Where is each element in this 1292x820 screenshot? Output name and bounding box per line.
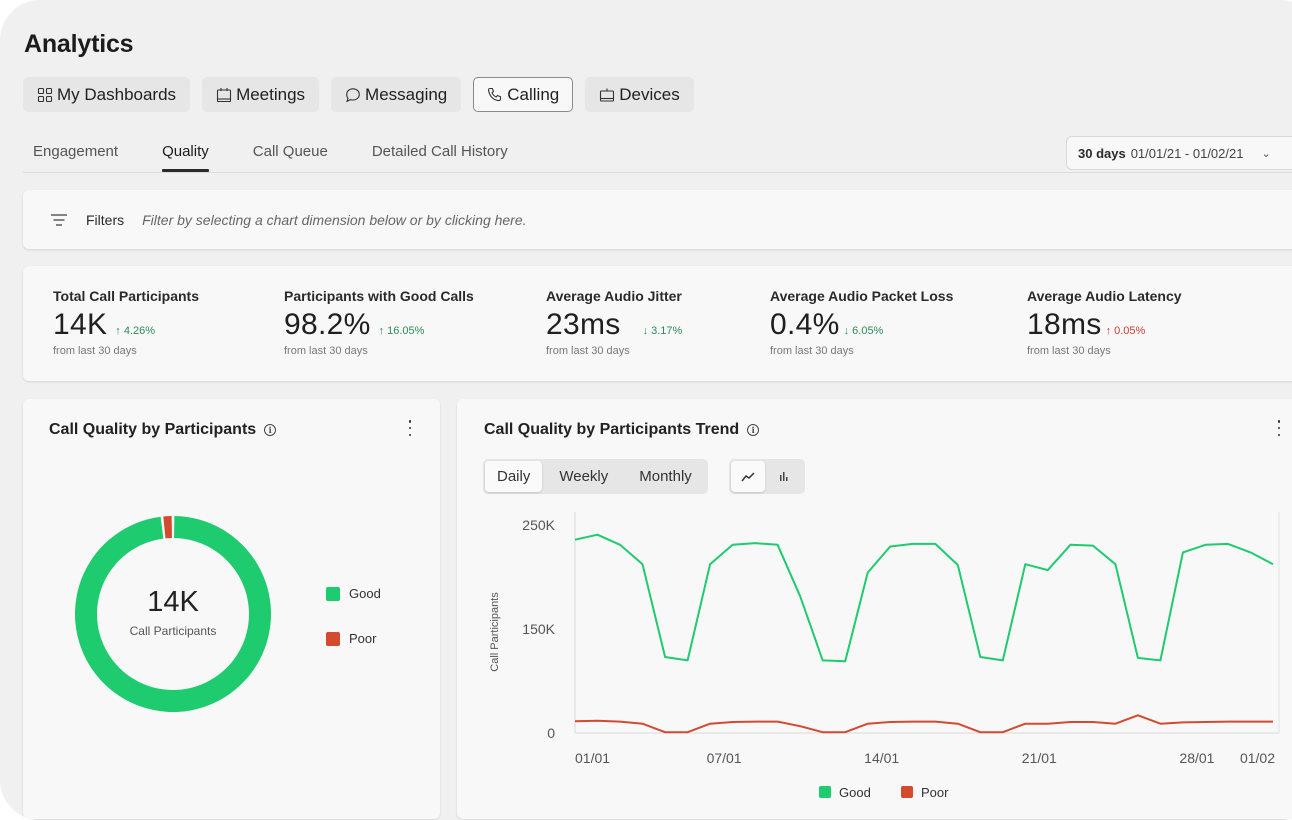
filters-label: Filters xyxy=(86,212,124,228)
legend-label: Good xyxy=(349,586,381,601)
more-options-icon[interactable] xyxy=(405,418,415,438)
legend-item-poor[interactable]: Poor xyxy=(326,631,376,646)
chevron-down-icon: ⌄ xyxy=(1261,147,1270,160)
x-tick-label: 28/01 xyxy=(1179,750,1214,766)
kpi-label: Average Audio Jitter xyxy=(546,288,682,304)
kpi-delta: ↓ 6.05% xyxy=(844,325,884,337)
legend-swatch-poor[interactable] xyxy=(901,786,913,798)
calendar-icon xyxy=(216,87,232,103)
top-nav: My Dashboards Meetings Messaging Calling… xyxy=(23,77,694,112)
kpi-audio-jitter[interactable]: Average Audio Jitter 23ms ↓ 3.17% from la… xyxy=(546,288,682,357)
kpi-delta: ↑ 4.26% xyxy=(115,325,155,337)
kpi-label: Participants with Good Calls xyxy=(284,288,474,304)
call-quality-trend-card: Call Quality by Participants Trend i Dai… xyxy=(457,399,1292,819)
nav-tab-label: Devices xyxy=(619,85,679,105)
app-window: Analytics My Dashboards Meetings Messagi… xyxy=(0,0,1292,820)
kpi-label: Average Audio Latency xyxy=(1027,288,1182,304)
donut-chart: 14K Call Participants xyxy=(53,494,293,734)
y-axis-label: Call Participants xyxy=(489,592,501,672)
subtab-call-queue[interactable]: Call Queue xyxy=(253,143,328,171)
subtab-engagement[interactable]: Engagement xyxy=(33,143,118,171)
call-quality-donut-card: Call Quality by Participants i 14K Call … xyxy=(23,399,440,819)
kpi-delta: ↓ 3.17% xyxy=(643,325,683,337)
trend-line-chart: 0 150K 250K Call Participants 01/01 07/01 14… xyxy=(457,399,1292,799)
nav-tab-messaging[interactable]: Messaging xyxy=(331,77,461,112)
kpi-subtext: from last 30 days xyxy=(770,345,953,357)
x-tick-label: 21/01 xyxy=(1022,750,1057,766)
date-range-dropdown[interactable]: 30 days 01/01/21 - 01/02/21 ⌄ xyxy=(1066,136,1292,170)
info-icon[interactable]: i xyxy=(264,424,276,436)
grid-icon xyxy=(37,87,53,103)
date-range-period: 30 days xyxy=(1078,146,1126,161)
kpi-summary-card: Total Call Participants 14K ↑ 4.26% from … xyxy=(23,266,1292,381)
kpi-delta: ↑ 0.05% xyxy=(1106,325,1146,337)
nav-tab-label: Meetings xyxy=(236,85,305,105)
donut-center-value: 14K xyxy=(147,586,199,618)
legend-item-good[interactable]: Good xyxy=(326,586,381,601)
subtab-divider xyxy=(23,172,1292,173)
chat-bubble-icon xyxy=(345,87,361,103)
series-line-good[interactable] xyxy=(575,535,1273,662)
filter-bar[interactable]: Filters Filter by selecting a chart dime… xyxy=(23,190,1292,249)
series-line-poor[interactable] xyxy=(575,715,1273,732)
donut-card-title-row: Call Quality by Participants i xyxy=(49,421,276,439)
nav-tab-label: Messaging xyxy=(365,85,447,105)
x-tick-label: 07/01 xyxy=(707,750,742,766)
filters-hint: Filter by selecting a chart dimension be… xyxy=(142,212,526,228)
x-tick-label: 01/01 xyxy=(575,750,610,766)
nav-tab-calling[interactable]: Calling xyxy=(473,77,573,112)
subtab-quality[interactable]: Quality xyxy=(162,143,209,171)
page-title: Analytics xyxy=(24,30,133,59)
kpi-label: Total Call Participants xyxy=(53,288,199,304)
kpi-value: 23ms xyxy=(546,308,621,342)
kpi-subtext: from last 30 days xyxy=(53,345,199,357)
phone-icon xyxy=(487,87,503,103)
y-tick-label: 150K xyxy=(522,621,555,637)
kpi-label: Average Audio Packet Loss xyxy=(770,288,953,304)
kpi-delta: ↑ 16.05% xyxy=(379,325,425,337)
device-icon xyxy=(599,87,615,103)
legend-label: Poor xyxy=(349,631,376,646)
date-range-value: 01/01/21 - 01/02/21 xyxy=(1131,146,1244,161)
kpi-value: 18ms xyxy=(1027,308,1102,342)
subtab-detailed-call-history[interactable]: Detailed Call History xyxy=(372,143,508,171)
kpi-total-call-participants[interactable]: Total Call Participants 14K ↑ 4.26% from … xyxy=(53,288,199,357)
y-tick-label: 250K xyxy=(522,517,555,533)
sub-tabs: Engagement Quality Call Queue Detailed C… xyxy=(33,143,552,171)
kpi-value: 0.4% xyxy=(770,308,840,342)
legend-swatch-poor xyxy=(326,632,340,646)
y-tick-label: 0 xyxy=(547,725,555,741)
kpi-subtext: from last 30 days xyxy=(284,345,474,357)
nav-tab-my-dashboards[interactable]: My Dashboards xyxy=(23,77,190,112)
x-tick-label: 14/01 xyxy=(864,750,899,766)
nav-tab-label: Calling xyxy=(507,85,559,105)
donut-center-label: Call Participants xyxy=(130,624,217,638)
x-tick-label: 01/02 xyxy=(1240,750,1275,766)
nav-tab-label: My Dashboards xyxy=(57,85,176,105)
kpi-audio-latency[interactable]: Average Audio Latency 18ms ↑ 0.05% from l… xyxy=(1027,288,1182,357)
kpi-audio-packet-loss[interactable]: Average Audio Packet Loss 0.4% ↓ 6.05% fr… xyxy=(770,288,953,357)
legend-swatch-good xyxy=(326,587,340,601)
kpi-subtext: from last 30 days xyxy=(546,345,682,357)
legend-label[interactable]: Poor xyxy=(921,785,949,800)
legend-swatch-good[interactable] xyxy=(819,786,831,798)
donut-slice-poor[interactable] xyxy=(163,516,172,538)
nav-tab-devices[interactable]: Devices xyxy=(585,77,693,112)
card-title: Call Quality by Participants xyxy=(49,421,256,439)
nav-tab-meetings[interactable]: Meetings xyxy=(202,77,319,112)
kpi-good-calls[interactable]: Participants with Good Calls 98.2% ↑ 16.0… xyxy=(284,288,474,357)
legend-label[interactable]: Good xyxy=(839,785,871,800)
kpi-value: 98.2% xyxy=(284,308,371,342)
filter-lines-icon xyxy=(50,213,68,227)
kpi-value: 14K xyxy=(53,308,107,342)
kpi-subtext: from last 30 days xyxy=(1027,345,1182,357)
